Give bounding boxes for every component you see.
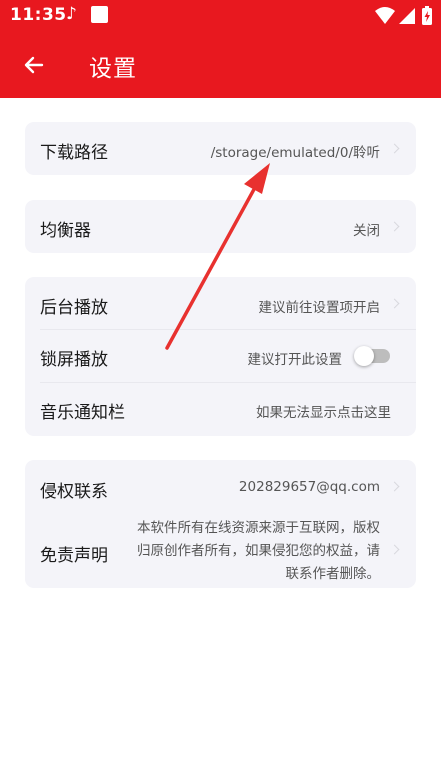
music-notification-label: 音乐通知栏: [40, 403, 125, 423]
status-time: 11:35: [10, 5, 67, 25]
disclaimer-text: 本软件所有在线资源来源于互联网，版权归原创作者所有，如果侵犯您的权益，请联系作者…: [137, 520, 380, 582]
chevron-right-icon: [389, 221, 400, 232]
row-lockscreen-play[interactable]: 锁屏播放 建议打开此设置: [25, 330, 416, 382]
card-about: 侵权联系 202829657@qq.com 免责声明 本软件所有在线资源来源于互…: [25, 460, 416, 588]
chevron-right-icon: [389, 481, 400, 492]
music-note-icon: ♪: [66, 4, 77, 24]
download-path-value: /storage/emulated/0/聆听: [210, 145, 380, 161]
card-download: 下载路径 /storage/emulated/0/聆听: [25, 122, 416, 175]
row-background-play[interactable]: 后台播放 建议前往设置项开启: [25, 277, 416, 329]
chevron-right-icon: [389, 143, 400, 154]
battery-charging-icon: [422, 6, 432, 25]
page-title: 设置: [89, 56, 137, 82]
disclaimer-label: 免责声明: [40, 546, 108, 566]
settings-content: 下载路径 /storage/emulated/0/聆听 均衡器 关闭 后台播放 …: [0, 98, 441, 784]
infringement-contact-label: 侵权联系: [40, 482, 108, 502]
app-square-icon: [91, 6, 108, 23]
row-music-notification[interactable]: 音乐通知栏 如果无法显示点击这里: [25, 383, 416, 436]
signal-icon: [399, 8, 415, 24]
card-equalizer: 均衡器 关闭: [25, 200, 416, 253]
toggle-knob: [354, 346, 374, 366]
infringement-contact-value: 202829657@qq.com: [238, 479, 380, 495]
row-download-path[interactable]: 下载路径 /storage/emulated/0/聆听: [25, 122, 416, 175]
lockscreen-play-value: 建议打开此设置: [247, 352, 343, 368]
app-bar: 设置: [0, 32, 441, 98]
background-play-value: 建议前往设置项开启: [258, 300, 381, 316]
arrow-left-icon: [24, 56, 44, 74]
equalizer-label: 均衡器: [40, 221, 91, 241]
status-bar: 11:35 ♪: [0, 0, 441, 32]
chevron-right-icon: [389, 298, 400, 309]
chevron-right-icon: [389, 544, 400, 555]
download-path-label: 下载路径: [40, 143, 108, 163]
background-play-label: 后台播放: [40, 298, 108, 318]
wifi-icon: [375, 7, 395, 24]
back-button[interactable]: [14, 45, 54, 85]
card-playback: 后台播放 建议前往设置项开启 锁屏播放 建议打开此设置 音乐通知栏 如果无法显示…: [25, 277, 416, 436]
row-infringement-contact[interactable]: 侵权联系 202829657@qq.com: [25, 460, 416, 513]
settings-screen: 11:35 ♪ 设置 下载路径 /storage/emulated/0/聆听 均…: [0, 0, 441, 784]
lockscreen-play-label: 锁屏播放: [40, 350, 108, 370]
lockscreen-play-toggle[interactable]: [354, 346, 390, 366]
music-notification-value: 如果无法显示点击这里: [256, 405, 391, 421]
row-equalizer[interactable]: 均衡器 关闭: [25, 200, 416, 253]
status-icons: [375, 6, 432, 25]
row-disclaimer[interactable]: 免责声明 本软件所有在线资源来源于互联网，版权归原创作者所有，如果侵犯您的权益，…: [25, 513, 416, 588]
equalizer-value: 关闭: [353, 223, 380, 239]
